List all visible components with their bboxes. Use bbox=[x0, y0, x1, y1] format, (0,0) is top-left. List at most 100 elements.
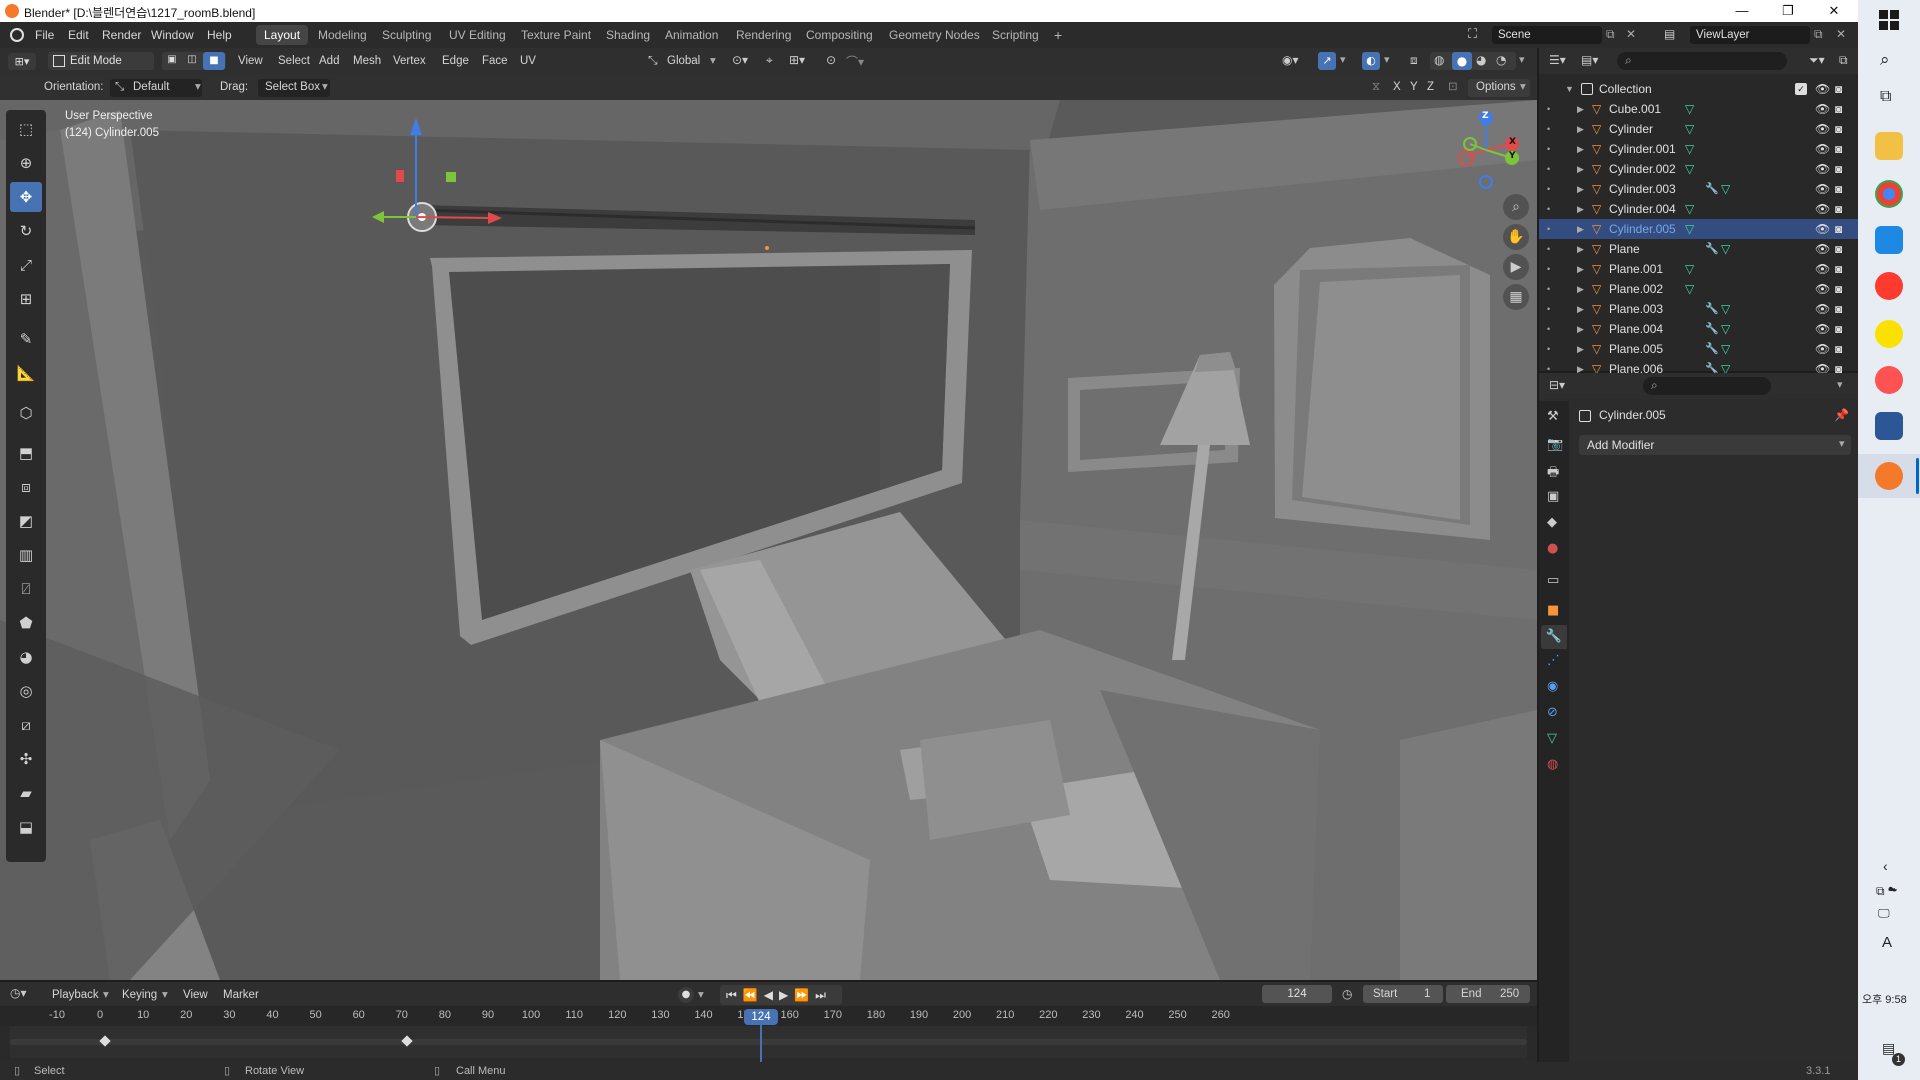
expand-right-icon[interactable]: ▶ bbox=[1577, 259, 1584, 279]
filter-icon[interactable]: ⏷▾ bbox=[1809, 53, 1825, 68]
measure-icon[interactable]: 📐 bbox=[10, 358, 42, 388]
expand-right-icon[interactable]: ▶ bbox=[1577, 159, 1584, 179]
outliner-item[interactable]: •▶▽Cylinder.002🔧▽👁◙ bbox=[1539, 159, 1858, 179]
word-icon[interactable] bbox=[1875, 412, 1903, 440]
gizmo-y-label[interactable]: Y bbox=[1509, 151, 1516, 161]
expand-right-icon[interactable]: ▶ bbox=[1577, 339, 1584, 359]
chevron-down-icon[interactable]: ▾ bbox=[1837, 378, 1843, 391]
expand-right-icon[interactable]: ▶ bbox=[1577, 319, 1584, 339]
add-cube-icon[interactable]: ⬡ bbox=[10, 398, 42, 428]
menu-view[interactable]: View bbox=[238, 52, 263, 70]
timeline-menu-playback[interactable]: Playback bbox=[52, 986, 99, 1004]
extrude-icon[interactable]: ⬒ bbox=[10, 438, 42, 468]
blender-icon[interactable] bbox=[1875, 462, 1903, 490]
gizmo-z-label[interactable]: Z bbox=[1482, 111, 1489, 121]
camera-render-icon[interactable]: ◙ bbox=[1835, 79, 1842, 99]
tab-compositing[interactable]: Compositing bbox=[798, 25, 881, 45]
3d-viewport[interactable]: User Perspective (124) Cylinder.005 Z Y … bbox=[0, 100, 1537, 980]
menu-render[interactable]: Render bbox=[102, 28, 141, 42]
expand-down-icon[interactable]: ▼ bbox=[1565, 79, 1574, 99]
edge-slide-icon[interactable]: ⧄ bbox=[10, 710, 42, 740]
app-pink-icon[interactable] bbox=[1875, 366, 1903, 394]
outliner-item[interactable]: •▶▽Cylinder.005🔧▽👁◙ bbox=[1539, 219, 1858, 239]
tab-texture-paint[interactable]: Texture Paint bbox=[513, 25, 599, 45]
smooth-icon[interactable]: ◎ bbox=[10, 676, 42, 706]
bevel-icon[interactable]: ◩ bbox=[10, 506, 42, 536]
add-workspace-icon[interactable]: + bbox=[1046, 25, 1070, 45]
collection-tab-icon[interactable]: ▭ bbox=[1547, 573, 1559, 588]
camera-render-icon[interactable]: ◙ bbox=[1835, 219, 1842, 239]
tab-shading[interactable]: Shading bbox=[598, 25, 658, 45]
zoom-icon[interactable]: ⌕ bbox=[1503, 194, 1529, 220]
material-preview-icon[interactable]: ◕ bbox=[1476, 53, 1486, 67]
eye-icon[interactable]: 👁 bbox=[1815, 319, 1830, 339]
timeline-editor-icon[interactable]: ◷▾ bbox=[10, 986, 27, 1000]
chevron-down-icon[interactable]: ▾ bbox=[710, 52, 716, 70]
menu-vertex[interactable]: Vertex bbox=[393, 52, 426, 70]
scene-tab-icon[interactable]: ◆ bbox=[1547, 515, 1557, 530]
expand-right-icon[interactable]: ▶ bbox=[1577, 279, 1584, 299]
expand-right-icon[interactable]: ▶ bbox=[1577, 199, 1584, 219]
view-layer-tab-icon[interactable]: ▣ bbox=[1547, 489, 1559, 504]
material-tab-icon[interactable]: ◍ bbox=[1547, 757, 1558, 772]
camera-render-icon[interactable]: ◙ bbox=[1835, 279, 1842, 299]
network-icon[interactable]: 🖵 bbox=[1878, 906, 1890, 921]
camera-render-icon[interactable]: ◙ bbox=[1835, 199, 1842, 219]
outliner-item[interactable]: •▶▽Cube.001🔧▽👁◙ bbox=[1539, 99, 1858, 119]
calculator-icon[interactable] bbox=[1875, 226, 1903, 254]
camera-render-icon[interactable]: ◙ bbox=[1835, 179, 1842, 199]
ortho-grid-icon[interactable]: ▦ bbox=[1503, 284, 1529, 310]
properties-editor-icon[interactable]: ⊟▾ bbox=[1549, 378, 1565, 392]
scene-selector[interactable]: Scene bbox=[1492, 26, 1602, 44]
camera-render-icon[interactable]: ◙ bbox=[1835, 239, 1842, 259]
view-layer-new-icon[interactable]: ⧉ bbox=[1814, 27, 1823, 42]
outliner-item[interactable]: • ▶ ▽ Plane 🔧 ▽ 👁 ◙ bbox=[1539, 239, 1858, 259]
snap-target-icon[interactable]: ⊞▾ bbox=[789, 53, 805, 67]
particles-tab-icon[interactable]: ⋰ bbox=[1547, 653, 1560, 668]
snap-icon[interactable]: ⌖ bbox=[766, 53, 773, 68]
menu-edge[interactable]: Edge bbox=[442, 52, 469, 70]
file-explorer-icon[interactable] bbox=[1875, 132, 1903, 160]
task-view-icon[interactable]: ⧉ bbox=[1880, 88, 1891, 106]
menu-select[interactable]: Select bbox=[278, 52, 310, 70]
outliner-editor-icon[interactable]: ☰▾ bbox=[1549, 53, 1566, 67]
expand-right-icon[interactable]: ▶ bbox=[1577, 219, 1584, 239]
menu-mesh[interactable]: Mesh bbox=[353, 52, 381, 70]
camera-render-icon[interactable]: ◙ bbox=[1835, 339, 1842, 359]
timeline-menu-marker[interactable]: Marker bbox=[223, 986, 259, 1004]
auto-merge-icon[interactable]: ⊡ bbox=[1448, 78, 1458, 96]
render-tab-icon[interactable]: 📷 bbox=[1547, 437, 1563, 452]
outliner-item[interactable]: •▶▽Plane.001🔧▽👁◙ bbox=[1539, 259, 1858, 279]
tab-uv-editing[interactable]: UV Editing bbox=[441, 25, 514, 45]
outliner-search-input[interactable] bbox=[1617, 52, 1787, 70]
camera-render-icon[interactable]: ◙ bbox=[1835, 299, 1842, 319]
eye-icon[interactable]: 👁 bbox=[1815, 119, 1830, 139]
physics-tab-icon[interactable]: ◉ bbox=[1547, 679, 1558, 694]
proportional-edit-icon[interactable]: ⊙ bbox=[826, 53, 836, 67]
menu-face[interactable]: Face bbox=[482, 52, 508, 70]
menu-uv[interactable]: UV bbox=[520, 52, 536, 70]
expand-right-icon[interactable]: ▶ bbox=[1577, 179, 1584, 199]
shrink-fatten-icon[interactable]: ✣ bbox=[10, 744, 42, 774]
menu-file[interactable]: File bbox=[35, 28, 54, 42]
collection-row[interactable]: ▼ Collection ✓ 👁 ◙ bbox=[1539, 79, 1858, 99]
output-tab-icon[interactable]: 🖶 bbox=[1547, 463, 1559, 485]
expand-right-icon[interactable]: ▶ bbox=[1577, 139, 1584, 159]
move-icon[interactable]: ✥ bbox=[10, 182, 42, 212]
overlay-toggle-icon[interactable]: ◐ bbox=[1362, 52, 1380, 70]
mirror-z-toggle[interactable]: Z bbox=[1427, 78, 1434, 96]
scale-icon[interactable]: ⤢ bbox=[10, 250, 42, 280]
menu-window[interactable]: Window bbox=[151, 28, 194, 42]
menu-edit[interactable]: Edit bbox=[68, 28, 89, 42]
gizmo-toggle-icon[interactable]: ↗ bbox=[1318, 52, 1336, 70]
pan-hand-icon[interactable]: ✋ bbox=[1503, 224, 1529, 250]
outliner-item[interactable]: •▶▽Cylinder🔧▽👁◙ bbox=[1539, 119, 1858, 139]
tool-tab-icon[interactable]: ⚒ bbox=[1547, 409, 1559, 424]
eye-icon[interactable]: 👁 bbox=[1815, 179, 1830, 199]
camera-render-icon[interactable]: ◙ bbox=[1835, 139, 1842, 159]
transform-orientation-selector[interactable]: Global bbox=[667, 52, 700, 70]
kakaotalk-icon[interactable] bbox=[1875, 320, 1903, 348]
pivot-point-icon[interactable]: ⊙▾ bbox=[732, 53, 748, 67]
falloff-icon[interactable]: ⌒▾ bbox=[846, 53, 864, 70]
view-layer-selector[interactable]: ViewLayer bbox=[1690, 26, 1810, 44]
